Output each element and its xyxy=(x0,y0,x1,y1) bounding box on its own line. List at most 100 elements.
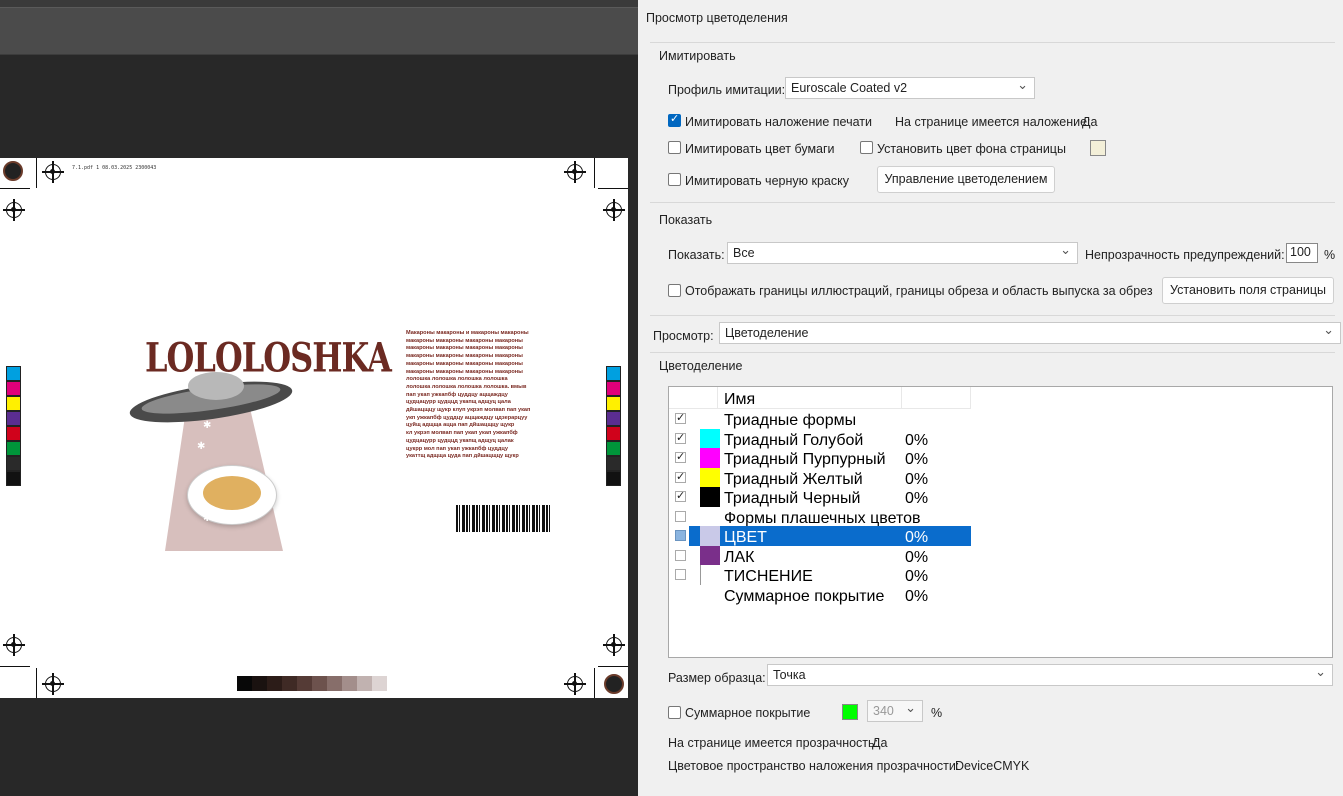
product-description-text: Макароны макароны и макароны макароны ма… xyxy=(406,330,531,460)
ink-color-swatch xyxy=(700,448,720,468)
simulation-profile-value: Euroscale Coated v2 xyxy=(791,81,908,95)
page-background-color-swatch[interactable] xyxy=(1090,140,1106,156)
crosshair-icon xyxy=(3,199,25,221)
file-info-slug: 7.1.pdf 1 08.03.2025 2300043 xyxy=(72,165,157,171)
ink-color-swatch xyxy=(700,526,720,546)
separation-percent: 0% xyxy=(905,490,929,507)
separation-checkbox[interactable] xyxy=(675,530,686,541)
sparkle-icon: ✱ xyxy=(203,513,212,524)
crosshair-icon xyxy=(603,634,625,656)
sample-size-dropdown[interactable]: Точка xyxy=(767,664,1333,686)
preview-mode-label: Просмотр: xyxy=(653,329,714,343)
separation-row[interactable]: Триадные формы xyxy=(669,409,971,429)
column-header-name[interactable]: Имя xyxy=(724,391,755,409)
separation-checkbox[interactable] xyxy=(675,450,686,463)
column-header-check xyxy=(689,387,718,409)
column-header-percent[interactable] xyxy=(901,387,971,409)
color-bar-right xyxy=(606,366,621,486)
separation-checkbox[interactable] xyxy=(675,489,686,502)
simulate-overprint-checkbox[interactable] xyxy=(668,112,681,127)
trim-mark xyxy=(36,668,37,698)
separation-name: Триадные формы xyxy=(724,412,857,429)
total-coverage-checkbox[interactable] xyxy=(668,706,681,719)
separation-checkbox[interactable] xyxy=(675,569,686,580)
barcode xyxy=(456,505,552,532)
blending-space-value: DeviceCMYK xyxy=(955,759,1030,773)
set-page-background-checkbox[interactable] xyxy=(860,141,873,154)
dialog-title: Просмотр цветоделения xyxy=(646,11,788,25)
separation-name: Суммарное покрытие xyxy=(724,587,885,605)
page-overprint-label: На странице имеется наложение: xyxy=(895,115,1091,129)
separations-section-label: Цветоделение xyxy=(659,359,743,373)
warning-opacity-input[interactable]: 100 xyxy=(1286,243,1318,263)
trim-mark xyxy=(0,666,30,667)
color-management-button[interactable]: Управление цветоделением xyxy=(877,166,1055,193)
separations-list[interactable]: Имя Триадные формыТриадный Голубой0%Триа… xyxy=(668,386,1333,658)
ink-color-swatch xyxy=(700,487,720,507)
brand-logo-text: LOLOLOSHKA xyxy=(145,334,392,382)
section-divider xyxy=(650,42,1335,43)
preview-mode-value: Цветоделение xyxy=(725,326,809,340)
simulate-paper-color-checkbox[interactable] xyxy=(668,141,681,154)
gray-scale-bar xyxy=(237,676,387,691)
separation-row[interactable]: Триадный Черный 0% xyxy=(669,487,971,507)
crosshair-icon xyxy=(564,161,586,183)
simulate-black-ink-checkbox[interactable] xyxy=(668,173,681,186)
separation-row[interactable]: ЦВЕТ 0% xyxy=(675,526,971,546)
total-coverage-unit: % xyxy=(931,706,943,720)
ink-color-swatch xyxy=(700,545,720,565)
warning-opacity-unit: % xyxy=(1324,248,1336,262)
crosshair-icon xyxy=(564,673,586,695)
warning-opacity-label: Непрозрачность предупреждений: xyxy=(1085,248,1285,262)
simulation-profile-label: Профиль имитации: xyxy=(668,83,786,97)
total-coverage-color-swatch[interactable] xyxy=(842,704,858,720)
show-label: Показать: xyxy=(668,248,725,262)
show-boxes-checkbox[interactable] xyxy=(668,284,681,297)
show-section-label: Показать xyxy=(659,213,713,227)
separation-checkbox[interactable] xyxy=(675,549,686,561)
total-coverage-value: 340 xyxy=(873,704,894,718)
section-divider xyxy=(650,315,1335,316)
trim-mark xyxy=(598,666,628,667)
app-toolbar xyxy=(0,0,640,55)
separation-row[interactable]: Триадный Пурпурный 0% xyxy=(669,448,971,468)
separation-row[interactable]: ТИСНЕНИЕ 0% xyxy=(669,565,971,585)
separation-percent: 0% xyxy=(905,529,929,546)
show-dropdown[interactable]: Все xyxy=(727,242,1078,264)
separation-row[interactable]: ЛАК 0% xyxy=(669,545,971,566)
document-page[interactable]: 7.1.pdf 1 08.03.2025 2300043 LOLOLOSHKA … xyxy=(0,158,628,698)
sparkle-icon: ✱ xyxy=(197,441,206,452)
separation-name: Формы плашечных цветов xyxy=(724,509,921,527)
separation-row[interactable]: Формы плашечных цветов xyxy=(669,507,971,527)
separation-checkbox[interactable] xyxy=(675,510,686,522)
separation-checkbox[interactable] xyxy=(675,411,686,424)
screen: { "document": { "file_info": "7.1.pdf 1 … xyxy=(0,0,1343,796)
separation-row[interactable]: Триадный Голубой 0% xyxy=(669,428,971,449)
separation-name: Триадный Черный xyxy=(724,490,861,507)
crosshair-icon xyxy=(42,161,64,183)
sample-size-value: Точка xyxy=(773,668,806,682)
trim-mark xyxy=(0,188,30,189)
color-bar-left xyxy=(6,366,21,486)
separation-name: Триадный Желтый xyxy=(724,470,863,488)
registration-dot-top-left xyxy=(3,161,23,181)
sample-size-label: Размер образца: xyxy=(668,671,766,685)
total-coverage-dropdown[interactable]: 340 xyxy=(867,700,923,722)
separation-name: Триадный Пурпурный xyxy=(724,451,886,468)
pasta-plate-image xyxy=(187,465,277,525)
separation-row[interactable]: Суммарное покрытие 0% xyxy=(669,585,971,605)
simulate-overprint-label: Имитировать наложение печати xyxy=(685,115,872,129)
separation-row[interactable]: Триадный Желтый 0% xyxy=(669,467,971,488)
separation-checkbox[interactable] xyxy=(675,470,686,483)
separation-name: ЦВЕТ xyxy=(724,529,767,546)
separations-list-header: Имя xyxy=(669,387,971,409)
trim-mark xyxy=(594,668,595,698)
preview-mode-dropdown[interactable]: Цветоделение xyxy=(719,322,1341,344)
separation-checkbox[interactable] xyxy=(675,431,686,444)
ink-color-swatch xyxy=(700,428,720,448)
blending-space-label: Цветовое пространство наложения прозрачн… xyxy=(668,759,960,773)
simulate-paper-color-label: Имитировать цвет бумаги xyxy=(685,142,835,156)
set-page-boxes-button[interactable]: Установить поля страницы xyxy=(1162,277,1334,304)
separation-percent: 0% xyxy=(905,470,929,488)
simulation-profile-dropdown[interactable]: Euroscale Coated v2 xyxy=(785,77,1035,99)
